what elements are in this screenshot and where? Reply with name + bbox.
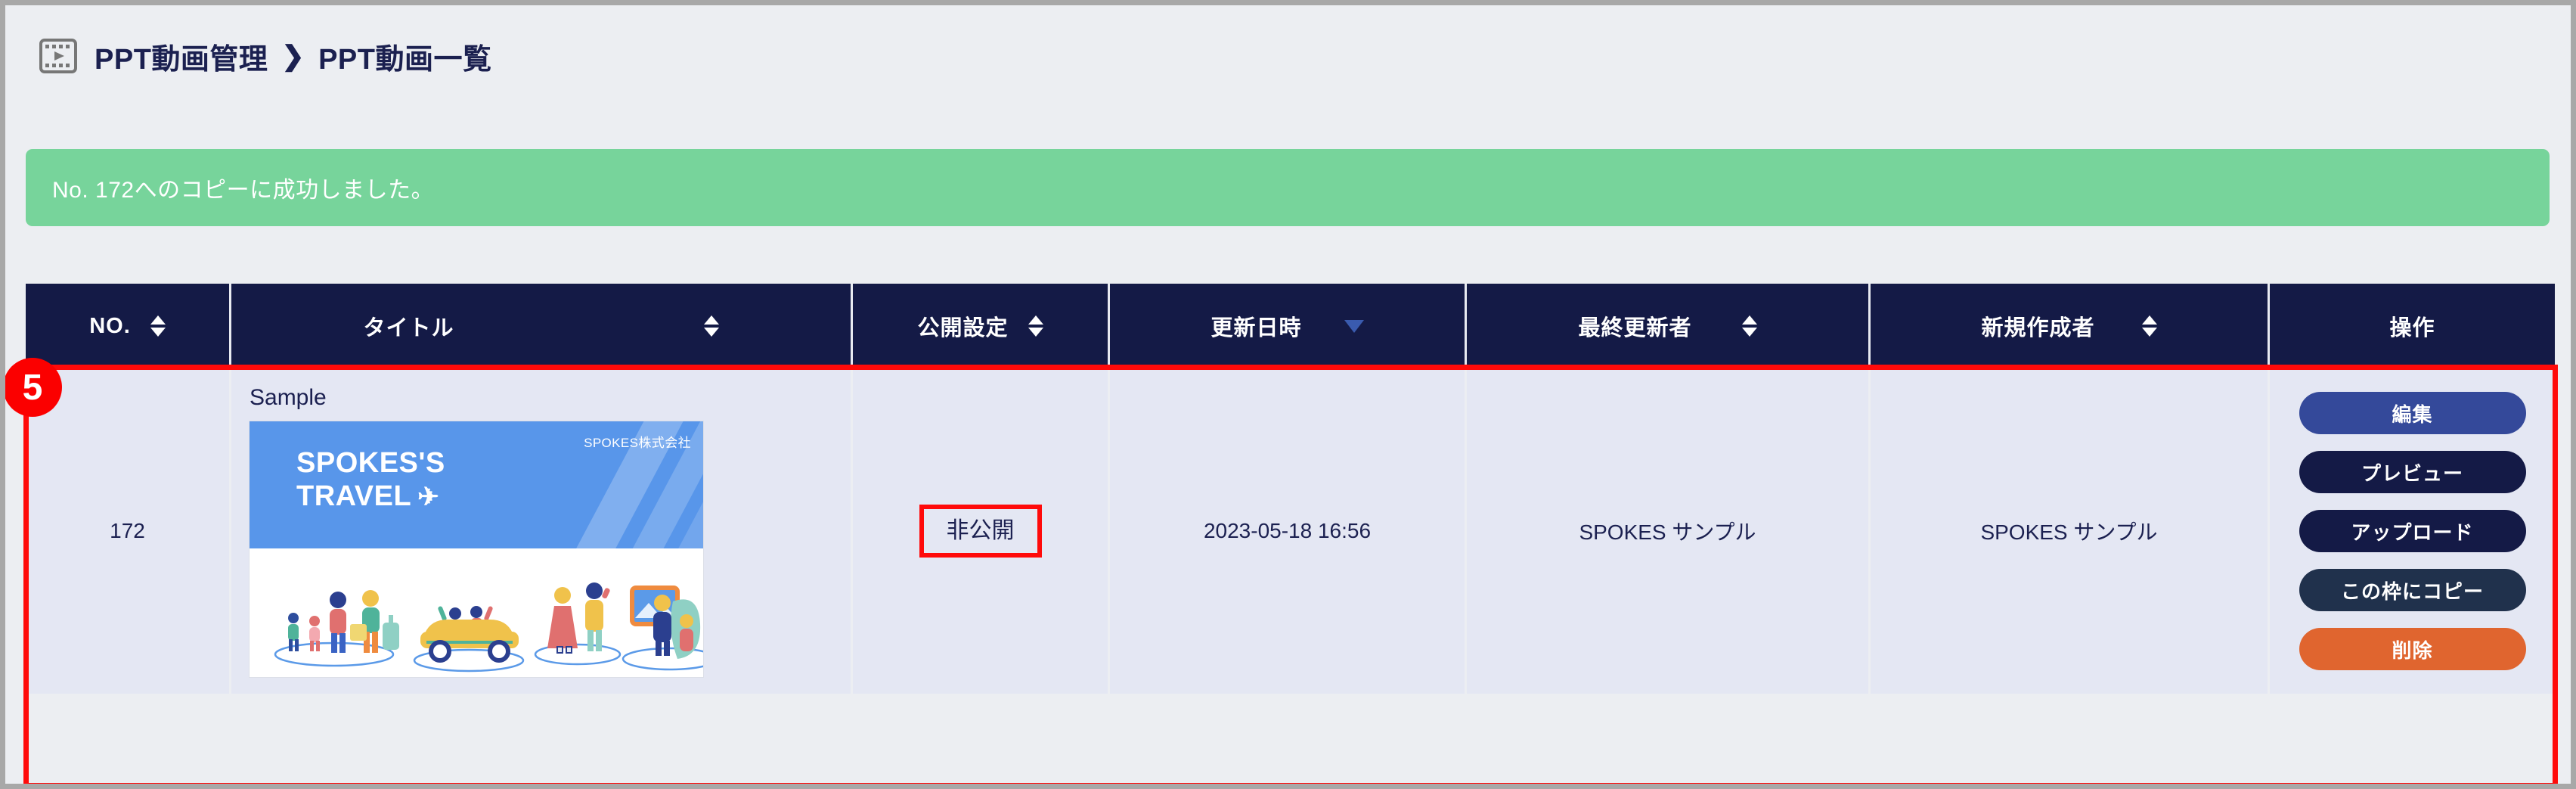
video-film-icon (39, 36, 78, 76)
column-header-updated-at[interactable]: 更新日時 (1110, 284, 1467, 368)
cell-updated-at: 2023-05-18 16:56 (1110, 368, 1467, 694)
row-title-value: Sample (250, 385, 327, 410)
table-header-row: NO. タイトル 公開設定 更新日時 最終更新者 新規作成者 操作 (26, 284, 2555, 368)
thumbnail-headline: SPOKES'S TRAVEL ✈ (296, 447, 445, 513)
airplane-icon: ✈ (417, 482, 440, 511)
upload-button[interactable]: アップロード (2299, 510, 2526, 552)
success-alert: No. 172へのコピーに成功しました。 (26, 149, 2550, 226)
cell-publish-setting: 非公開 (853, 368, 1110, 694)
thumbnail-company-name: SPOKES株式会社 (584, 436, 691, 450)
cell-last-editor: SPOKES サンプル (1467, 368, 1871, 694)
ppt-video-table: NO. タイトル 公開設定 更新日時 最終更新者 新規作成者 操作 172 Sa… (26, 284, 2555, 694)
sort-toggle-icon[interactable] (150, 315, 166, 337)
column-header-title-label: タイトル (363, 316, 454, 340)
column-header-operations-label: 操作 (2389, 316, 2435, 340)
page-header: PPT動画管理 ❯ PPT動画一覧 (39, 34, 491, 78)
preview-button[interactable]: プレビュー (2299, 451, 2526, 493)
column-header-creator-label: 新規作成者 (1981, 316, 2095, 340)
column-header-last-editor-label: 最終更新者 (1578, 316, 1692, 340)
alert-message: No. 172へのコピーに成功しました。 (52, 178, 435, 203)
slide-thumbnail[interactable]: SPOKES'S TRAVEL ✈ SPOKES株式会社 (250, 421, 703, 677)
thumbnail-headline-line2: TRAVEL (296, 480, 412, 512)
sort-desc-active-icon[interactable] (1344, 319, 1364, 333)
column-header-publish-setting-label: 公開設定 (917, 316, 1009, 340)
table-row: 172 Sample SPOKES'S TRAVEL ✈ SPOKES株式会社 … (26, 368, 2555, 694)
chevron-right-icon: ❯ (281, 40, 305, 71)
delete-button[interactable]: 削除 (2299, 628, 2526, 670)
column-header-operations: 操作 (2270, 284, 2555, 368)
thumbnail-headline-line1: SPOKES'S (296, 447, 445, 479)
sort-toggle-icon[interactable] (2141, 315, 2157, 337)
publish-setting-value: 非公開 (919, 505, 1042, 558)
sort-toggle-icon[interactable] (1741, 315, 1757, 337)
cell-creator: SPOKES サンプル (1871, 368, 2270, 694)
copy-to-this-slot-button[interactable]: この枠にコピー (2299, 569, 2526, 611)
thumbnail-illustration (250, 548, 703, 677)
column-header-no[interactable]: NO. (26, 284, 231, 368)
thumbnail-banner: SPOKES'S TRAVEL ✈ SPOKES株式会社 (250, 421, 703, 548)
sort-toggle-icon[interactable] (1028, 315, 1043, 337)
sort-toggle-icon[interactable] (703, 315, 719, 337)
cell-operations: 編集 プレビュー アップロード この枠にコピー 削除 (2270, 368, 2555, 694)
cell-title: Sample SPOKES'S TRAVEL ✈ SPOKES株式会社 (231, 368, 853, 694)
page-container: PPT動画管理 ❯ PPT動画一覧 No. 172へのコピーに成功しました。 N… (0, 0, 2576, 789)
column-header-creator[interactable]: 新規作成者 (1871, 284, 2270, 368)
row-no-value: 172 (110, 519, 145, 542)
last-editor-value: SPOKES サンプル (1579, 520, 1756, 544)
column-header-publish-setting[interactable]: 公開設定 (853, 284, 1110, 368)
people-illustration-icon (274, 582, 703, 673)
breadcrumb: PPT動画管理 ❯ PPT動画一覧 (95, 36, 491, 77)
cell-no: 172 (26, 368, 231, 694)
creator-value: SPOKES サンプル (1980, 520, 2158, 544)
column-header-title[interactable]: タイトル (231, 284, 853, 368)
breadcrumb-item-parent[interactable]: PPT動画管理 (95, 36, 268, 77)
table-body: 172 Sample SPOKES'S TRAVEL ✈ SPOKES株式会社 … (26, 368, 2555, 694)
column-header-last-editor[interactable]: 最終更新者 (1467, 284, 1871, 368)
column-header-updated-at-label: 更新日時 (1211, 316, 1302, 340)
edit-button[interactable]: 編集 (2299, 392, 2526, 434)
breadcrumb-item-current: PPT動画一覧 (318, 43, 492, 76)
updated-at-value: 2023-05-18 16:56 (1203, 519, 1372, 542)
column-header-no-label: NO. (89, 313, 131, 338)
step-number-badge: 5 (5, 358, 62, 417)
